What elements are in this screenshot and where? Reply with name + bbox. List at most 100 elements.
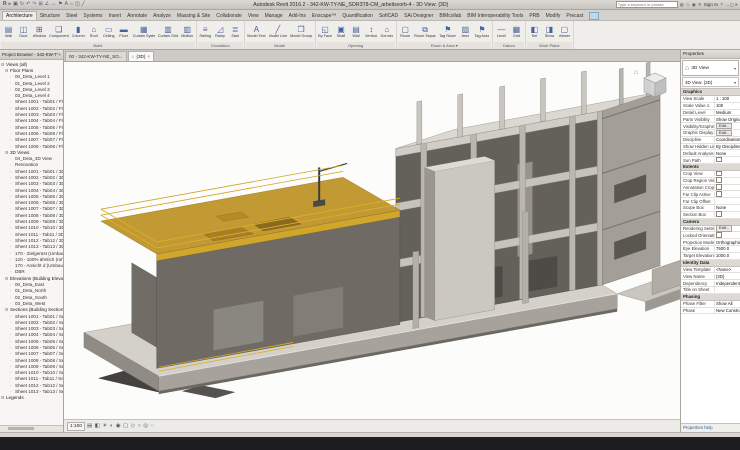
browser-horizontal-scrollbar[interactable] bbox=[0, 425, 63, 432]
browser-item[interactable]: ·Sheet 1009 - Tab09 / 3D View bbox=[1, 218, 63, 224]
view-tab-active[interactable]: ⌂ {3D} × bbox=[127, 51, 155, 61]
ribbon-tab-enscape[interactable]: Enscape™ bbox=[309, 12, 339, 20]
browser-item[interactable]: ·Sheet 1011 - Tab11 / 3D View bbox=[1, 231, 63, 237]
browser-item[interactable]: ·Sheet 1001 - Tab01 / Floor Plan bbox=[1, 99, 63, 105]
shadows-icon[interactable]: ◐ bbox=[110, 422, 113, 430]
edit-button[interactable]: Edit... bbox=[716, 122, 733, 130]
checkbox[interactable] bbox=[716, 232, 722, 238]
browser-item[interactable]: · 120 - 100% ähnlich (roh) bbox=[1, 256, 63, 262]
property-value[interactable]: Edit... bbox=[715, 225, 740, 232]
properties-help-link[interactable]: Properties help bbox=[681, 423, 740, 432]
ribbon-button-column[interactable]: ▮ Column bbox=[70, 21, 86, 42]
ribbon-button-ramp[interactable]: ◿ Ramp bbox=[213, 21, 228, 42]
property-value[interactable] bbox=[715, 184, 740, 191]
browser-item[interactable]: ·Sheet 1010 - Tab10 / Section bbox=[1, 370, 63, 376]
browser-item[interactable]: ·Sheet 1013 - Tab13 / Section bbox=[1, 388, 63, 394]
browser-item[interactable]: · 170 - Zielgerüst (Umbau) bbox=[1, 250, 63, 256]
property-value[interactable]: 1000.0 bbox=[715, 253, 740, 258]
property-value[interactable]: New Construction bbox=[715, 308, 740, 313]
ribbon-display-toggle[interactable] bbox=[589, 12, 600, 20]
property-value[interactable]: Medium bbox=[715, 110, 740, 115]
ribbon-button-by-face[interactable]: ◱ By Face bbox=[317, 21, 334, 42]
property-value[interactable] bbox=[715, 211, 740, 218]
ribbon-button-grid[interactable]: ▦ Grid bbox=[509, 21, 524, 42]
open-icon[interactable]: ▸ bbox=[9, 2, 12, 7]
scale-button[interactable]: 1:100 bbox=[67, 421, 86, 431]
browser-item[interactable]: ·Sheet 1007 - Tab07 / Floor Plan bbox=[1, 137, 63, 143]
checkbox[interactable] bbox=[716, 177, 722, 183]
ribbon-tab-massing-site[interactable]: Massing & Site bbox=[174, 12, 213, 20]
ribbon-button-set[interactable]: ◧ Set bbox=[527, 21, 542, 42]
ribbon-button-floor[interactable]: ▬ Floor bbox=[116, 21, 131, 42]
signin-button[interactable]: Sign In bbox=[704, 2, 718, 7]
ribbon-tab-quantification[interactable]: Quantification bbox=[339, 12, 376, 20]
text-icon[interactable]: A bbox=[65, 2, 68, 7]
ribbon-button-level[interactable]: ― Level bbox=[494, 21, 509, 42]
save-icon[interactable]: ▣ bbox=[13, 2, 18, 7]
browser-item[interactable]: ·Sheet 1005 - Tab05 / 3D View bbox=[1, 193, 63, 199]
browser-item[interactable]: ·Sheet 1006 - Tab06 / Floor Plan bbox=[1, 130, 63, 136]
ribbon-group-label[interactable]: Room & Area ▾ bbox=[397, 42, 491, 49]
checkbox[interactable] bbox=[716, 170, 722, 177]
ribbon-button-show[interactable]: ◨ Show bbox=[542, 21, 557, 42]
ribbon-button-model-text[interactable]: A Model Text bbox=[246, 21, 267, 42]
ribbon-button-roof[interactable]: ⌂ Roof bbox=[86, 21, 101, 42]
ribbon-button-vertical[interactable]: ↕ Vertical bbox=[364, 21, 379, 42]
ribbon-tab-structure[interactable]: Structure bbox=[37, 12, 63, 20]
ribbon-group-label[interactable]: Datum bbox=[493, 42, 524, 49]
property-value[interactable] bbox=[715, 156, 740, 164]
ribbon-tab-collaborate[interactable]: Collaborate bbox=[213, 12, 245, 20]
reveal-hidden-elements-icon[interactable]: ◌ bbox=[151, 422, 154, 430]
ribbon-button-curtain-system[interactable]: ▦Curtain System bbox=[131, 21, 156, 42]
ribbon-button-mullion[interactable]: ▥ Mullion bbox=[180, 21, 195, 42]
maximize-button[interactable]: ▢ bbox=[730, 2, 734, 7]
edit-button[interactable]: Edit... bbox=[716, 225, 733, 232]
browser-item[interactable]: ·Sheet 1012 - Tab12 / Section bbox=[1, 382, 63, 388]
ribbon-button-railing[interactable]: ≡ Railing bbox=[198, 21, 213, 42]
ribbon-tab-bimcollab[interactable]: BIMcollab bbox=[436, 12, 464, 20]
browser-item[interactable]: ·Sheet 1001 - Tab01 / 3D View bbox=[1, 168, 63, 174]
temporary-hide-isolate-icon[interactable]: ◎ bbox=[143, 422, 148, 430]
property-value[interactable]: Show All bbox=[715, 301, 740, 306]
measure-icon[interactable]: ∠ bbox=[45, 2, 49, 7]
ribbon-button-component[interactable]: ❑ Component bbox=[48, 21, 71, 42]
browser-item[interactable]: · 170 - Ansicht d (Umbau) bbox=[1, 263, 63, 269]
ribbon-group-label[interactable]: Work Plane bbox=[526, 42, 572, 49]
browser-item[interactable]: ·Sheet 1006 - Tab06 / 3D View bbox=[1, 200, 63, 206]
ribbon-group-label[interactable]: Opening bbox=[316, 42, 395, 49]
property-value[interactable]: 100 bbox=[715, 103, 740, 108]
unlocked-view-icon[interactable]: ○ bbox=[137, 422, 140, 430]
browser-item[interactable]: ·Sheet 1003 - Tab03 / 3D View bbox=[1, 181, 63, 187]
browser-item[interactable]: ·Sheet 1007 - Tab07 / 3D View bbox=[1, 206, 63, 212]
ribbon-group-label[interactable]: Build bbox=[1, 42, 195, 49]
browser-item[interactable]: ·Sheet 1002 - Tab02 / 3D View bbox=[1, 174, 63, 180]
minimize-button[interactable]: – bbox=[727, 2, 729, 7]
edit-button[interactable]: Edit... bbox=[716, 129, 733, 137]
browser-item[interactable]: ·Sheet 1004 - Tab04 / Floor Plan bbox=[1, 118, 63, 124]
ribbon-button-viewer[interactable]: ▢ Viewer bbox=[557, 21, 572, 42]
ribbon-button-shaft[interactable]: ▣ Shaft bbox=[334, 21, 349, 42]
ribbon-tab-view[interactable]: View bbox=[245, 12, 262, 20]
ribbon-button-wall[interactable]: ▤ Wall bbox=[349, 21, 364, 42]
browser-item[interactable]: ·Sheet 1010 - Tab10 / 3D View bbox=[1, 225, 63, 231]
ribbon-button-room[interactable]: ▢ Room bbox=[398, 21, 413, 42]
ribbon-button-model-group[interactable]: ❒ Model Group bbox=[289, 21, 314, 42]
print-icon[interactable]: ⊞ bbox=[38, 2, 42, 7]
checkbox[interactable] bbox=[716, 211, 722, 217]
tag-by-category-icon[interactable]: ⚑ bbox=[58, 2, 62, 7]
ribbon-button-area[interactable]: ▨ Area bbox=[458, 21, 473, 42]
ribbon-group-label[interactable]: Model bbox=[245, 42, 314, 49]
browser-item[interactable]: ·Sheet 1002 - Tab02 / Section bbox=[1, 319, 63, 325]
browser-item[interactable]: ·Sheet 1003 - Tab03 / Section bbox=[1, 325, 63, 331]
property-section-graphics[interactable]: Graphics bbox=[681, 89, 740, 96]
ribbon-tab-architecture[interactable]: Architecture bbox=[2, 11, 37, 20]
model-canvas[interactable]: ⌂ bbox=[64, 62, 680, 419]
section-icon[interactable]: ◫ bbox=[75, 2, 80, 7]
ribbon-tab-analyze[interactable]: Analyze bbox=[150, 12, 174, 20]
browser-item[interactable]: ·Sheet 1011 - Tab11 / Section bbox=[1, 376, 63, 382]
property-value[interactable]: Independent bbox=[715, 281, 740, 286]
ribbon-button-tag-area[interactable]: ⚑ Tag Area bbox=[473, 21, 491, 42]
browser-item[interactable]: ·Sheet 1005 - Tab05 / Floor Plan bbox=[1, 124, 63, 130]
crop-view-icon[interactable]: ▢ bbox=[123, 422, 128, 430]
ribbon-tab-bim-interoperability-tools[interactable]: BIM Interoperability Tools bbox=[464, 12, 526, 20]
